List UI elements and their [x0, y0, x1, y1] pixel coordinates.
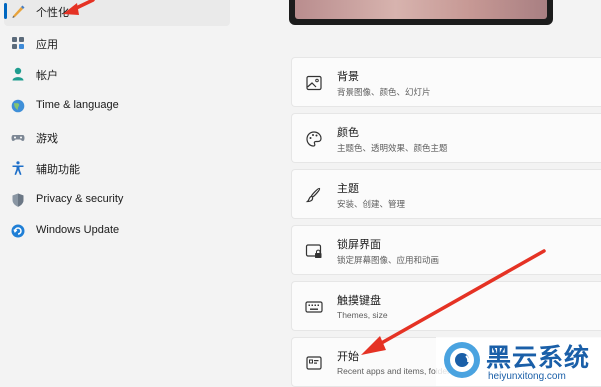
card-subtitle: 锁定屏幕图像、应用和动画: [337, 255, 440, 265]
pen-icon: [12, 5, 25, 18]
card-themes[interactable]: 主题 安装、创建、管理: [291, 169, 601, 219]
shield-icon: [12, 193, 24, 207]
watermark-name: 黑云系统: [486, 343, 591, 372]
sidebar-item-time-language[interactable]: Time & language: [4, 91, 230, 121]
sidebar-item-label: Windows Update: [36, 224, 120, 236]
image-icon: [306, 75, 322, 91]
card-title: 触摸键盘: [337, 295, 381, 307]
sidebar-item-privacy-security[interactable]: Privacy & security: [4, 185, 230, 215]
sidebar-item-label: 辅助功能: [36, 164, 80, 176]
sidebar-item-gaming[interactable]: 游戏: [4, 122, 230, 152]
sidebar-item-label: 应用: [36, 39, 58, 51]
palette-icon: [306, 131, 322, 147]
apps-icon: [12, 37, 24, 49]
card-subtitle: 主题色、透明效果、颜色主题: [337, 143, 448, 153]
sidebar-item-accessibility[interactable]: 辅助功能: [4, 153, 230, 183]
sidebar-item-label: 个性化: [36, 7, 69, 19]
keyboard-icon: [305, 301, 323, 313]
sidebar-item-label: 帐户: [36, 70, 58, 82]
brush-icon: [305, 187, 321, 203]
card-title: 锁屏界面: [337, 239, 381, 251]
card-colors[interactable]: 颜色 主题色、透明效果、颜色主题: [291, 113, 601, 163]
card-touch-keyboard[interactable]: 触摸键盘 Themes, size: [291, 281, 601, 331]
sidebar-item-label: 游戏: [36, 133, 58, 145]
card-subtitle: Themes, size: [337, 310, 388, 320]
sidebar-item-windows-update[interactable]: Windows Update: [4, 216, 230, 246]
start-icon: [306, 356, 322, 370]
sidebar-item-label: Privacy & security: [36, 193, 124, 205]
watermark: 黑云系统 heiyunxitong.com: [436, 337, 601, 386]
lock-screen-icon: [305, 244, 322, 258]
card-background[interactable]: 背景 背景图像、颜色、幻灯片: [291, 57, 601, 107]
wallpaper-preview: [295, 0, 547, 19]
update-icon: [11, 224, 25, 238]
sidebar-item-label: Time & language: [36, 99, 119, 111]
selection-indicator: [4, 3, 7, 19]
sidebar: 个性化 应用 帐户 Time & language 游戏 辅助功能 Privac…: [0, 0, 240, 386]
theme-preview: [289, 0, 553, 25]
sidebar-item-apps[interactable]: 应用: [4, 28, 230, 58]
gamepad-icon: [11, 135, 25, 141]
person-icon: [12, 67, 24, 81]
sidebar-item-accounts[interactable]: 帐户: [4, 59, 230, 89]
cloud-logo-icon: [444, 342, 480, 378]
card-title: 开始: [337, 351, 359, 363]
card-title: 主题: [337, 183, 359, 195]
card-title: 背景: [337, 71, 359, 83]
globe-icon: [11, 99, 25, 113]
card-subtitle: 背景图像、颜色、幻灯片: [337, 87, 431, 97]
card-subtitle: 安装、创建、管理: [337, 199, 406, 209]
accessibility-icon: [12, 161, 24, 175]
watermark-url: heiyunxitong.com: [488, 371, 566, 382]
card-lock-screen[interactable]: 锁屏界面 锁定屏幕图像、应用和动画: [291, 225, 601, 275]
sidebar-item-personalization[interactable]: 个性化: [4, 0, 230, 26]
card-title: 颜色: [337, 127, 359, 139]
